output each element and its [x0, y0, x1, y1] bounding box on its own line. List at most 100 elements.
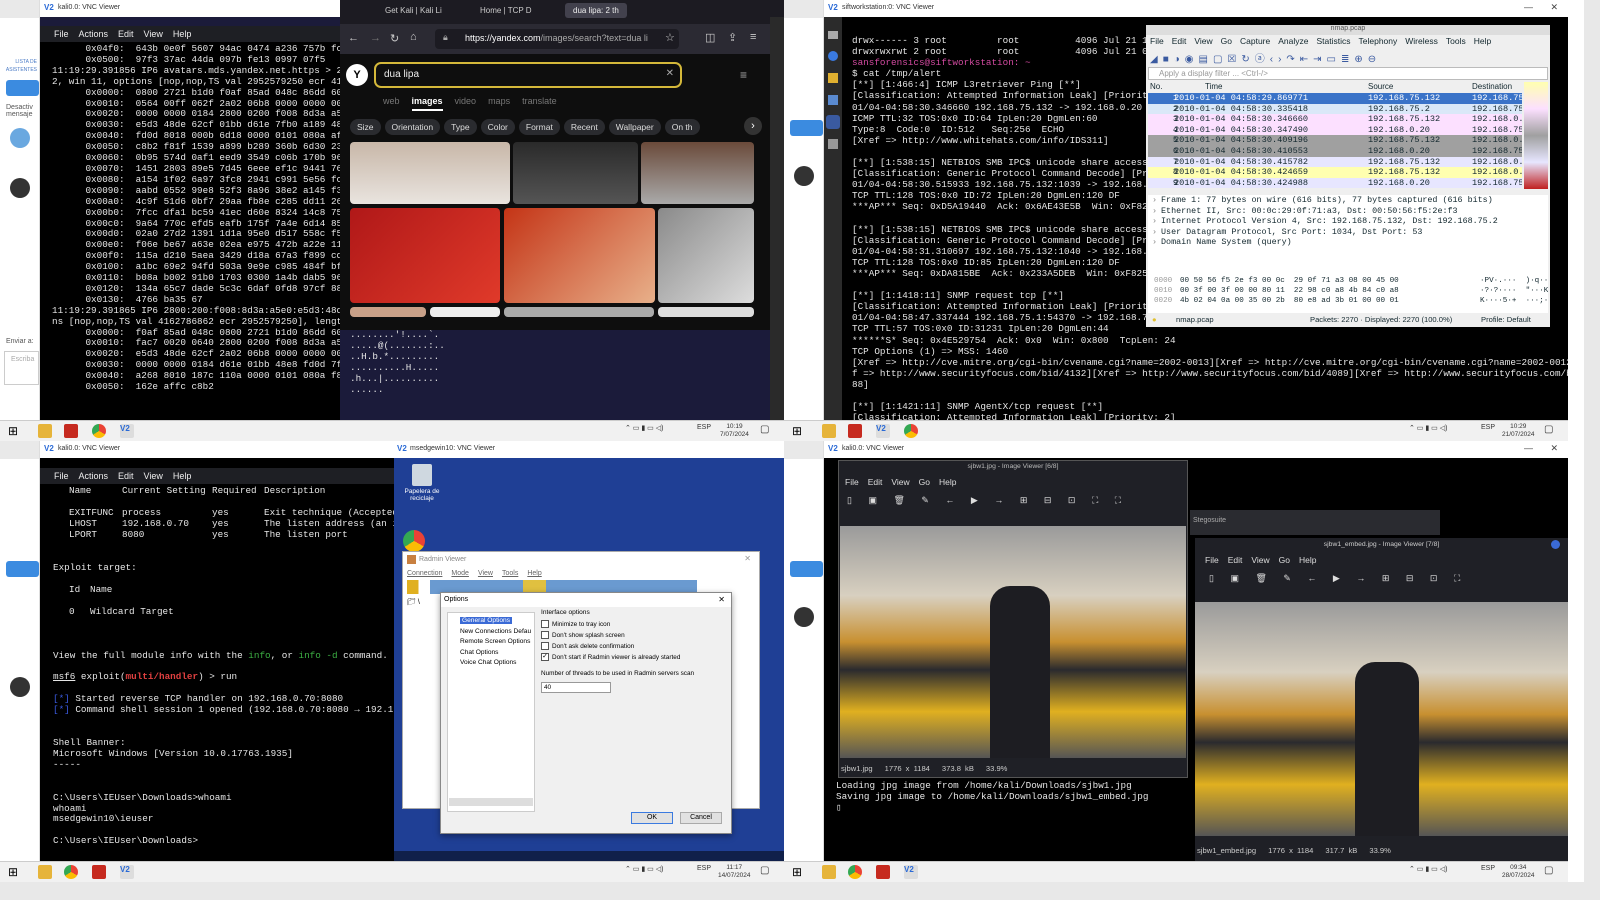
folder-icon[interactable]: 📁︎ \ [407, 598, 420, 606]
windows-desktop[interactable]: Papelera de reciclaje Radmin Viewer ✕ Co… [394, 458, 784, 861]
bookmark-star-icon[interactable]: ☆ [665, 31, 675, 44]
viewer-toolbar[interactable]: ▯ ▣ 🗑︎ ✎ ← ▶ → ⊞ ⊟ ⊡ ⛶ [1209, 573, 1460, 584]
menu-view[interactable]: View [144, 471, 163, 481]
menu-tools[interactable]: Tools [502, 570, 518, 577]
pocket-icon[interactable]: ◫ [705, 31, 715, 44]
menu-edit[interactable]: Edit [1228, 555, 1243, 565]
packet-list[interactable]: 1 2010-01-04 04:58:29.869771 192.168.75.13… [1148, 93, 1522, 189]
packet-row[interactable]: 6 2010-01-04 04:58:30.410553 192.168.0.20 1… [1148, 145, 1522, 157]
menu-view[interactable]: View [144, 29, 163, 39]
image-result[interactable] [658, 307, 754, 317]
checkbox[interactable] [541, 631, 549, 640]
menu-view[interactable]: View [891, 477, 909, 487]
filter-wallpaper[interactable]: Wallpaper [608, 119, 661, 135]
chrome-icon[interactable] [904, 424, 918, 438]
chat-action-button[interactable] [6, 80, 39, 96]
filter-format[interactable]: Format [518, 119, 560, 135]
image-result[interactable] [350, 142, 510, 204]
status-profile[interactable]: Profile: Default [1481, 315, 1531, 324]
menu-file[interactable]: File [845, 477, 859, 487]
chrome-icon[interactable] [92, 424, 106, 438]
message-input[interactable]: Escriba [4, 351, 39, 385]
language-indicator[interactable]: ESP [1481, 865, 1495, 872]
nav-maps[interactable]: maps [488, 96, 510, 106]
chrome-shortcut-icon[interactable] [403, 530, 425, 552]
menu-statistics[interactable]: Statistics [1316, 36, 1350, 46]
checkbox-option[interactable]: ✓ Don't start if Radmin viewer is already… [541, 652, 680, 663]
language-indicator[interactable]: ESP [697, 865, 711, 872]
tree-item[interactable]: General Options [460, 616, 534, 627]
menu-actions[interactable]: Actions [79, 29, 109, 39]
nav-video[interactable]: video [455, 96, 477, 106]
menu-wireless[interactable]: Wireless [1405, 36, 1438, 46]
filter-orientation[interactable]: Orientation [384, 119, 441, 135]
acrobat-icon[interactable] [848, 424, 862, 438]
tray-icons[interactable]: ⌃ ▭ ▮ ▭ ◁) [1409, 865, 1447, 873]
windows-start-icon[interactable]: ⊞ [8, 424, 22, 438]
image-result[interactable] [658, 208, 754, 303]
close-button[interactable] [1551, 540, 1560, 549]
trash-icon[interactable] [828, 139, 838, 149]
menu-go[interactable]: Go [1221, 36, 1232, 46]
packet-details[interactable]: › Frame 1: 77 bytes on wire (616 bits), 7… [1148, 195, 1548, 275]
filter-recent[interactable]: Recent [563, 119, 605, 135]
forward-icon[interactable]: → [370, 32, 381, 44]
image-canvas[interactable] [840, 526, 1186, 758]
menu-analyze[interactable]: Analyze [1278, 36, 1308, 46]
terminal-output[interactable]: 0x04f0: 643b 0e0f 5607 94ac 0474 a236 75… [40, 42, 340, 420]
vnc-remote-screen[interactable]: Loading jpg image from /home/kali/Downlo… [824, 458, 1568, 861]
viewer-toolbar[interactable]: ▯ ▣ 🗑︎ ✎ ← ▶ → ⊞ ⊟ ⊡ ⛶ ⛶ [847, 495, 1121, 506]
vnc-viewer-icon[interactable]: V2 [876, 424, 890, 438]
file-explorer-icon[interactable] [822, 865, 836, 879]
minimize-button[interactable]: — [1524, 2, 1533, 12]
deactivate-checkbox[interactable]: Desactiv [0, 104, 39, 111]
attendee-list-link[interactable]: LISTA DE [0, 58, 39, 66]
packet-row[interactable]: 9 2010-01-04 04:58:30.424988 192.168.0.20 1… [1148, 177, 1522, 189]
chevron-right-icon[interactable]: › [744, 117, 762, 135]
col-time[interactable]: Time [1205, 82, 1222, 91]
image-result[interactable] [430, 307, 500, 317]
options-tree[interactable]: General Options New Connections Defau Remo… [447, 612, 535, 812]
windows-start-icon[interactable]: ⊞ [8, 865, 22, 879]
menu-file[interactable]: File [54, 29, 69, 39]
menu-icon[interactable]: ≡ [750, 31, 756, 43]
clock[interactable]: 10:29 21/07/2024 [1502, 423, 1535, 439]
tab-home[interactable]: Home | TCP D [480, 6, 532, 15]
checkbox[interactable] [541, 620, 549, 629]
image-result[interactable] [350, 307, 426, 317]
checkbox-option[interactable]: Minimize to tray icon [541, 619, 680, 630]
close-button[interactable]: ✕ [1550, 443, 1558, 454]
browser-tab-strip[interactable] [0, 0, 39, 18]
cancel-button[interactable]: Cancel [680, 812, 722, 824]
wireshark-dock-icon[interactable] [826, 115, 840, 129]
chat-action-button[interactable] [790, 561, 823, 577]
image-result[interactable] [504, 307, 654, 317]
menu-view[interactable]: View [1251, 555, 1269, 565]
msf-terminal[interactable]: Name Current Setting Required Description E… [40, 486, 394, 861]
threads-input[interactable]: 40 [541, 682, 611, 693]
detail-row[interactable]: › Frame 1: 77 bytes on wire (616 bits), 7… [1152, 195, 1548, 206]
menu-edit[interactable]: Edit [1172, 36, 1187, 46]
clock[interactable]: 10:19 7/07/2024 [720, 423, 749, 439]
close-button[interactable]: ✕ [1550, 2, 1558, 13]
menu-view[interactable]: View [1194, 36, 1212, 46]
clear-icon[interactable]: ✕ [666, 68, 674, 79]
checkbox-option[interactable]: Don't ask delete confirmation [541, 641, 680, 652]
extensions-icon[interactable]: ⇪ [728, 31, 737, 44]
menu-capture[interactable]: Capture [1240, 36, 1270, 46]
attendees-link[interactable]: ASISTENTES [0, 66, 39, 74]
packet-minimap[interactable] [1524, 82, 1548, 189]
clock[interactable]: 09:34 28/07/2024 [1502, 864, 1535, 880]
language-indicator[interactable]: ESP [697, 424, 711, 431]
packet-row[interactable]: 5 2010-01-04 04:58:30.409196 192.168.75.13… [1148, 135, 1522, 146]
vnc-remote-screen[interactable]: File Actions Edit View Help 0x04f0: 643b 0e0… [40, 0, 784, 420]
tray-icons[interactable]: ⌃ ▭ ▮ ▭ ◁) [1409, 424, 1447, 432]
notifications-icon[interactable]: ▢ [1544, 424, 1553, 435]
files-icon[interactable] [828, 31, 838, 39]
menu-mode[interactable]: Mode [451, 570, 469, 577]
file-explorer-icon[interactable] [38, 865, 52, 879]
filter-type[interactable]: Type [444, 119, 477, 135]
col-destination[interactable]: Destination [1472, 82, 1512, 91]
packet-row[interactable]: 2 2010-01-04 04:58:30.335418 192.168.75.2 1… [1148, 103, 1522, 115]
file-explorer-icon[interactable] [38, 424, 52, 438]
